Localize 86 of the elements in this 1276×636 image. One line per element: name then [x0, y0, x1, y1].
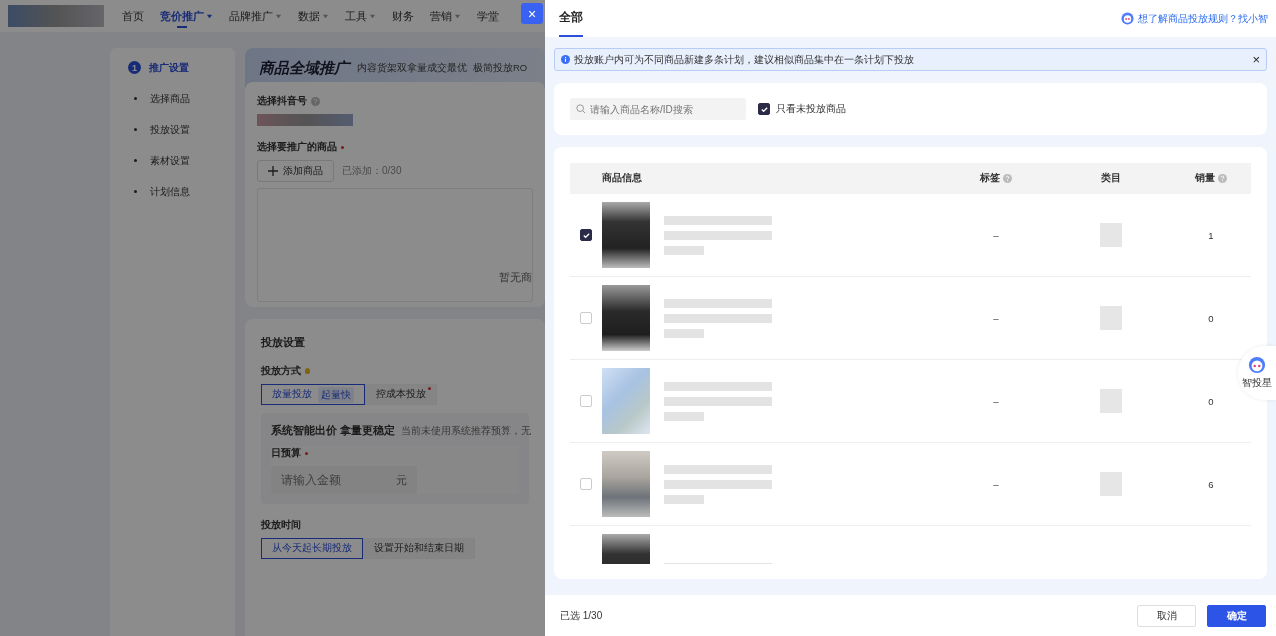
bid-note: 当前未使用系统推荐预算，无: [401, 424, 532, 438]
help-icon: [1218, 174, 1227, 183]
nav-tab[interactable]: 财务: [384, 0, 422, 32]
help-icon: [311, 96, 320, 106]
banner-title: 商品全域推广: [259, 58, 349, 78]
nav-tab[interactable]: 数据: [290, 0, 337, 32]
checkbox-label: 只看未投放商品: [776, 102, 846, 116]
close-button[interactable]: ×: [1252, 52, 1260, 67]
nav-tab[interactable]: 工具: [337, 0, 384, 32]
caret-icon: [454, 12, 461, 20]
step-item[interactable]: 1 推广设置: [128, 58, 235, 77]
table-cell: 0: [1208, 395, 1214, 407]
search-icon: [576, 104, 586, 114]
plus-icon: [268, 166, 278, 176]
step-item[interactable]: 投放设置: [128, 120, 235, 139]
close-button[interactable]: ×: [521, 3, 543, 24]
bullet-icon: [134, 97, 137, 100]
category-placeholder: [1100, 306, 1122, 330]
help-link[interactable]: 想了解商品投放规则？找小智: [1121, 11, 1268, 26]
required-icon: [305, 451, 308, 455]
bullet-icon: [134, 190, 137, 193]
column-header: 类目: [1101, 172, 1121, 185]
badge: 起量快: [318, 386, 354, 403]
bullet-icon: [134, 159, 137, 162]
feature-label: 内容货架双拿量成交最优: [357, 61, 467, 75]
time-option[interactable]: 设置开始和结束日期: [363, 538, 475, 559]
empty-text: 暂无商: [499, 271, 532, 285]
bullet-icon: [134, 128, 137, 131]
checkbox[interactable]: [758, 103, 770, 115]
category-placeholder: [1100, 223, 1122, 247]
table-cell: 6: [1208, 478, 1214, 490]
step-number: 1: [128, 61, 141, 74]
search-field[interactable]: 请输入商品名称/ID搜索: [570, 98, 746, 120]
table-cell: 0: [1208, 312, 1214, 324]
feature-label: 极简投放RO: [473, 61, 528, 75]
required-icon: [341, 145, 344, 149]
nav-tab[interactable]: 品牌推广: [221, 0, 290, 32]
confirm-button[interactable]: 确定: [1207, 604, 1266, 627]
method-option[interactable]: 放量投放 起量快: [261, 384, 365, 405]
column-header: 销量: [1195, 172, 1215, 185]
caret-icon: [369, 12, 376, 20]
method-option[interactable]: 控成本投放: [365, 384, 437, 405]
nav-tab[interactable]: 首页: [114, 0, 152, 32]
caret-icon: [206, 12, 213, 20]
step-item[interactable]: 计划信息: [128, 182, 235, 201]
section-title: 投放设置: [261, 335, 306, 350]
time-option[interactable]: 从今天起长期投放: [261, 538, 363, 559]
field-label: 投放时间: [261, 518, 301, 532]
photo-placeholder: [602, 451, 650, 517]
robot-icon: [1121, 12, 1134, 25]
bulb-icon: [305, 368, 310, 374]
tab[interactable]: 全部: [559, 0, 583, 37]
new-dot-icon: [428, 387, 431, 390]
field-label: 投放方式: [261, 364, 301, 378]
selected-count: 已选 1/30: [560, 608, 603, 623]
caret-icon: [275, 12, 282, 20]
photo-placeholder: [602, 368, 650, 434]
nav-tab[interactable]: 学堂: [469, 0, 507, 32]
step-item[interactable]: 选择商品: [128, 89, 235, 108]
table-cell: –: [993, 229, 999, 241]
nav-tab[interactable]: 营销: [422, 0, 469, 32]
table-cell: 1: [1208, 229, 1214, 241]
category-placeholder: [1100, 389, 1122, 413]
step-item[interactable]: 素材设置: [128, 151, 235, 170]
category-placeholder: [1100, 472, 1122, 496]
table-cell: –: [993, 478, 999, 490]
nav-tab[interactable]: 竞价推广: [152, 0, 221, 32]
checkbox[interactable]: [580, 229, 592, 241]
alert-text: 投放账户内可为不同商品新建多条计划，建议相似商品集中在一条计划下投放: [574, 52, 915, 67]
caret-icon: [322, 12, 329, 20]
column-header: 标签: [980, 172, 1000, 185]
unit-label: 元: [396, 474, 407, 488]
cancel-button[interactable]: 取消: [1137, 604, 1196, 627]
info-icon: [561, 55, 570, 64]
column-header: 商品信息: [602, 172, 642, 185]
table-cell: –: [993, 395, 999, 407]
field-label: 日预算: [271, 446, 301, 460]
field-label: 选择要推广的商品: [257, 140, 337, 154]
help-icon: [1003, 174, 1012, 183]
bid-title: 系统智能出价 拿量更稳定: [271, 423, 396, 438]
add-product-button[interactable]: 添加商品: [257, 160, 334, 182]
photo-placeholder: [602, 285, 650, 351]
field-label: 选择抖音号: [257, 94, 307, 108]
photo-placeholder: [602, 202, 650, 268]
table-cell: –: [993, 312, 999, 324]
robot-icon: [1248, 356, 1266, 374]
